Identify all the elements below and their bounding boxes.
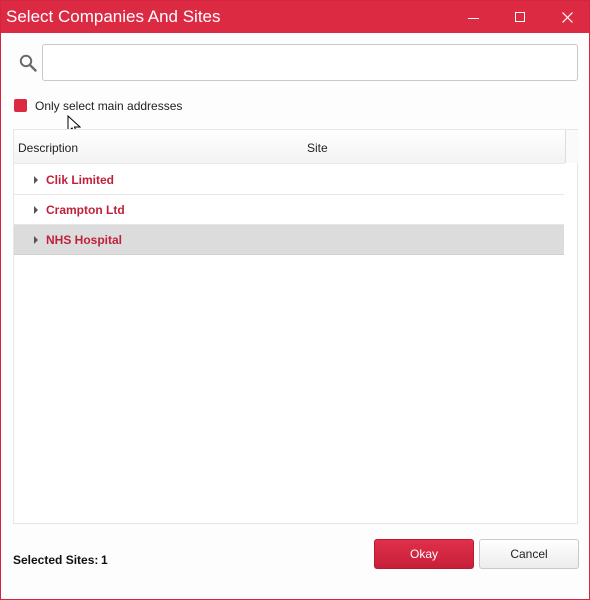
minimize-icon	[467, 17, 479, 19]
main-addresses-label: Only select main addresses	[35, 99, 183, 113]
column-header-description[interactable]: Description	[18, 141, 78, 155]
grid-header: Description Site	[14, 130, 565, 164]
company-name: NHS Hospital	[46, 233, 123, 247]
companies-grid: Description Site Clik Limited Crampton L…	[13, 129, 578, 524]
expand-arrow-icon[interactable]	[34, 236, 38, 244]
expand-arrow-icon[interactable]	[34, 176, 38, 184]
table-row-selected[interactable]: NHS Hospital	[14, 225, 564, 255]
minimize-button[interactable]	[451, 1, 495, 33]
window-title: Select Companies And Sites	[6, 7, 221, 26]
main-addresses-checkbox[interactable]	[14, 99, 27, 112]
company-name: Clik Limited	[46, 173, 115, 187]
dialog-window: Select Companies And Sites Only select m…	[0, 0, 590, 600]
maximize-icon	[515, 12, 525, 22]
column-header-site[interactable]: Site	[307, 141, 328, 155]
table-row[interactable]: Clik Limited	[14, 165, 564, 195]
title-bar[interactable]: Select Companies And Sites	[1, 1, 589, 33]
search-icon	[19, 54, 37, 72]
search-input[interactable]	[42, 44, 578, 81]
grid-scrollbar[interactable]	[565, 130, 578, 163]
selected-sites-label: Selected Sites:	[13, 553, 99, 567]
expand-arrow-icon[interactable]	[34, 206, 38, 214]
close-button[interactable]	[545, 1, 589, 33]
okay-button[interactable]: Okay	[374, 539, 474, 569]
table-row[interactable]: Crampton Ltd	[14, 195, 564, 225]
company-name: Crampton Ltd	[46, 203, 125, 217]
maximize-button[interactable]	[498, 1, 542, 33]
cancel-button[interactable]: Cancel	[479, 539, 579, 569]
selected-sites-count: 1	[101, 553, 108, 567]
close-icon	[561, 11, 573, 23]
